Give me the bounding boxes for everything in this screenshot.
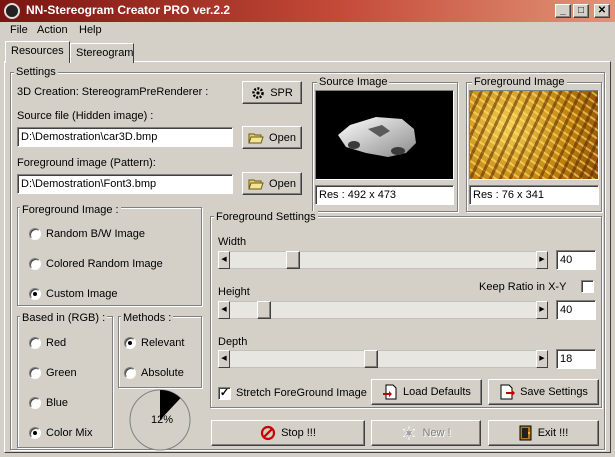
source-image-preview bbox=[315, 90, 454, 180]
load-document-icon bbox=[383, 384, 397, 400]
new-button-label: New ! bbox=[422, 427, 451, 439]
source-file-label: Source file (Hidden image) : bbox=[17, 110, 154, 122]
width-slider[interactable]: ◀ ▶ bbox=[218, 251, 548, 269]
exit-door-icon bbox=[519, 425, 532, 441]
methods-legend: Methods : bbox=[121, 312, 174, 324]
radio-blue-label[interactable]: Blue bbox=[46, 397, 68, 409]
height-slider-left-arrow[interactable]: ◀ bbox=[218, 301, 230, 319]
radio-green-label[interactable]: Green bbox=[46, 367, 77, 379]
spr-button[interactable]: SPR bbox=[242, 81, 302, 104]
depth-slider[interactable]: ◀ ▶ bbox=[218, 350, 548, 368]
title-bar[interactable]: NN-Stereogram Creator PRO ver.2.2 _ □ ✕ bbox=[0, 0, 615, 22]
depth-value-field[interactable]: 18 bbox=[556, 349, 596, 369]
tab-stereogram[interactable]: Stereogram bbox=[70, 43, 134, 63]
rgb-legend: Based in (RGB) : bbox=[20, 312, 108, 324]
source-file-input[interactable]: D:\Demostration\car3D.bmp bbox=[17, 127, 233, 147]
creation-label: 3D Creation: StereogramPreRenderer : bbox=[17, 86, 209, 98]
folder-icon bbox=[248, 179, 264, 189]
stretch-checkbox[interactable]: ✓ bbox=[218, 387, 231, 400]
minimize-button[interactable]: _ bbox=[555, 4, 571, 18]
radio-random-bw[interactable] bbox=[29, 228, 41, 240]
maximize-button[interactable]: □ bbox=[573, 4, 589, 18]
foreground-res-field: Res : 76 x 341 bbox=[469, 185, 599, 205]
radio-relevant-label[interactable]: Relevant bbox=[141, 337, 184, 349]
open-foreground-button[interactable]: Open bbox=[242, 172, 302, 195]
height-slider-thumb[interactable] bbox=[257, 301, 272, 319]
radio-colored-random[interactable] bbox=[29, 258, 41, 270]
stop-button[interactable]: Stop !!! bbox=[211, 420, 365, 446]
exit-button[interactable]: Exit !!! bbox=[488, 420, 599, 446]
foreground-image-legend: Foreground Image bbox=[472, 76, 567, 88]
height-label: Height bbox=[218, 286, 250, 298]
foreground-settings-legend: Foreground Settings bbox=[214, 211, 318, 223]
source-res-field: Res : 492 x 473 bbox=[315, 185, 454, 205]
save-settings-label: Save Settings bbox=[520, 386, 588, 398]
depth-slider-thumb[interactable] bbox=[364, 350, 379, 368]
keep-ratio-label[interactable]: Keep Ratio in X-Y bbox=[479, 281, 566, 293]
radio-blue[interactable] bbox=[29, 397, 41, 409]
new-button[interactable]: New ! bbox=[371, 420, 481, 446]
radio-colored-random-label[interactable]: Colored Random Image bbox=[46, 258, 163, 270]
height-slider-right-arrow[interactable]: ▶ bbox=[536, 301, 548, 319]
foreground-file-input[interactable]: D:\Demostration\Font3.bmp bbox=[17, 174, 233, 194]
tab-resources[interactable]: Resources bbox=[5, 41, 70, 63]
load-defaults-button[interactable]: Load Defaults bbox=[371, 379, 482, 405]
height-value-field[interactable]: 40 bbox=[556, 300, 596, 320]
radio-red[interactable] bbox=[29, 337, 41, 349]
menu-file[interactable]: File bbox=[10, 24, 28, 36]
depth-label: Depth bbox=[218, 336, 248, 348]
height-slider[interactable]: ◀ ▶ bbox=[218, 301, 548, 319]
open-foreground-label: Open bbox=[269, 177, 296, 190]
save-document-icon bbox=[500, 384, 516, 400]
width-slider-right-arrow[interactable]: ▶ bbox=[536, 251, 548, 269]
load-defaults-label: Load Defaults bbox=[403, 386, 471, 398]
open-source-label: Open bbox=[269, 131, 296, 144]
keep-ratio-checkbox[interactable] bbox=[581, 280, 594, 293]
stop-button-label: Stop !!! bbox=[281, 427, 316, 439]
spr-button-label: SPR bbox=[270, 86, 293, 99]
stretch-label[interactable]: Stretch ForeGround Image bbox=[236, 387, 367, 399]
menu-help[interactable]: Help bbox=[79, 24, 102, 36]
radio-custom-image-label[interactable]: Custom Image bbox=[46, 288, 118, 300]
radio-green[interactable] bbox=[29, 367, 41, 379]
progress-label: 12% bbox=[151, 414, 174, 426]
width-slider-thumb[interactable] bbox=[286, 251, 301, 269]
radio-absolute[interactable] bbox=[124, 367, 136, 379]
source-image-legend: Source Image bbox=[317, 76, 390, 88]
car-3d-image bbox=[338, 117, 416, 157]
radio-red-label[interactable]: Red bbox=[46, 337, 66, 349]
radio-color-mix[interactable] bbox=[29, 427, 41, 439]
radio-random-bw-label[interactable]: Random B/W Image bbox=[46, 228, 145, 240]
radio-custom-image[interactable] bbox=[29, 288, 41, 300]
depth-slider-right-arrow[interactable]: ▶ bbox=[536, 350, 548, 368]
foreground-type-legend: Foreground Image : bbox=[20, 204, 121, 216]
settings-legend: Settings bbox=[14, 66, 58, 78]
new-sparkle-icon bbox=[403, 425, 416, 441]
menu-action[interactable]: Action bbox=[37, 24, 68, 36]
exit-button-label: Exit !!! bbox=[537, 427, 569, 439]
spr-gear-icon bbox=[252, 86, 264, 99]
foreground-pattern-preview bbox=[469, 90, 599, 180]
width-slider-left-arrow[interactable]: ◀ bbox=[218, 251, 230, 269]
save-settings-button[interactable]: Save Settings bbox=[488, 379, 599, 405]
depth-slider-left-arrow[interactable]: ◀ bbox=[218, 350, 230, 368]
radio-absolute-label[interactable]: Absolute bbox=[141, 367, 184, 379]
foreground-file-label: Foreground image (Pattern): bbox=[17, 157, 156, 169]
app-eye-icon bbox=[4, 3, 20, 19]
close-button[interactable]: ✕ bbox=[594, 4, 610, 18]
folder-icon bbox=[248, 133, 264, 143]
stop-icon bbox=[260, 425, 276, 441]
width-value-field[interactable]: 40 bbox=[556, 250, 596, 270]
open-source-button[interactable]: Open bbox=[242, 126, 302, 149]
window-title: NN-Stereogram Creator PRO ver.2.2 bbox=[26, 3, 231, 17]
radio-color-mix-label[interactable]: Color Mix bbox=[46, 427, 92, 439]
width-label: Width bbox=[218, 236, 247, 248]
radio-relevant[interactable] bbox=[124, 337, 136, 349]
